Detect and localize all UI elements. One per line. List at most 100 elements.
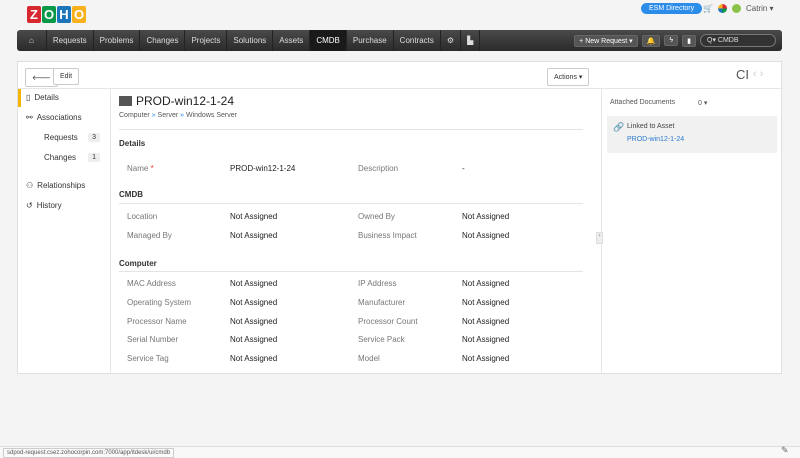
description-label: Description — [358, 164, 399, 173]
field-label: MAC Address — [127, 279, 176, 288]
changes-count: 1 — [88, 153, 100, 162]
breadcrumb: Computer » Server » Windows Server — [119, 112, 237, 119]
windows-server-icon — [119, 96, 132, 106]
field-value: Not Assigned — [230, 279, 278, 288]
attached-count: 0 — [698, 100, 702, 107]
field-value: Not Assigned — [230, 317, 278, 326]
ci-details: PROD-win12-1-24 Computer » Server » Wind… — [111, 89, 603, 374]
avatar[interactable] — [731, 4, 741, 13]
field-label: Model — [358, 354, 380, 363]
apps-icon[interactable] — [717, 4, 727, 13]
trash-icon[interactable]: ▮ — [682, 34, 696, 47]
field-label: Service Tag — [127, 354, 169, 363]
field-value: Not Assigned — [462, 231, 510, 240]
search-value: CMDB — [717, 37, 739, 44]
name-value: PROD-win12-1-24 — [230, 164, 296, 173]
gear-icon[interactable]: ⚙ — [441, 30, 462, 51]
field-label: IP Address — [358, 279, 397, 288]
actions-label: Actions — [554, 74, 577, 81]
field-label: Manufacturer — [358, 298, 406, 307]
status-url: sdpod-request.csez.zohocorpin.com:7000/a… — [3, 448, 175, 458]
section-details-heading: Details — [119, 139, 146, 148]
cart-icon[interactable]: 🛒 — [703, 4, 713, 13]
relationships-label: Relationships — [37, 181, 86, 190]
esm-directory-button[interactable]: ESM Directory — [641, 3, 703, 14]
sidebar-item-associations[interactable]: ⚯ Associations — [26, 113, 82, 122]
nav-contracts[interactable]: Contracts — [394, 30, 441, 51]
feedback-icon[interactable]: ✎ — [781, 445, 789, 456]
search-input[interactable]: Q▾ CMDB — [700, 34, 776, 47]
field-label: Operating System — [127, 298, 192, 307]
ci-panel: 🡐 Edit Actions ▾ CI ‹ › ▯ Details ⚯ Associ… — [17, 61, 783, 374]
section-cmdb-heading: CMDB — [119, 190, 143, 199]
attached-documents-label: Attached Documents — [610, 99, 675, 106]
link-icon: 🔗 — [613, 122, 625, 132]
new-request-label: + New Request — [579, 37, 628, 45]
field-value: Not Assigned — [462, 298, 510, 307]
requests-label: Requests — [44, 133, 78, 142]
edit-button[interactable]: Edit — [53, 68, 80, 85]
breadcrumb-item[interactable]: Server — [158, 112, 179, 119]
nav-assets[interactable]: Assets — [273, 30, 311, 51]
main-nav: ⌂ Requests Problems Changes Projects Sol… — [17, 30, 782, 51]
nav-changes[interactable]: Changes — [140, 30, 186, 51]
field-label: Processor Name — [127, 317, 187, 326]
associations-label: Associations — [36, 113, 82, 122]
document-icon: ▯ — [26, 93, 31, 102]
lightning-icon[interactable]: ϟ — [664, 35, 679, 46]
description-value: - — [462, 164, 465, 173]
field-label: Business Impact — [358, 231, 417, 240]
nav-problems[interactable]: Problems — [94, 30, 141, 51]
field-label: Owned By — [358, 212, 395, 221]
field-label: Serial Number — [127, 335, 179, 344]
field-value: Not Assigned — [462, 317, 510, 326]
field-label: Managed By — [127, 231, 172, 240]
nav-purchase[interactable]: Purchase — [347, 30, 394, 51]
prev-next-arrows[interactable]: ‹ › — [753, 68, 763, 80]
reports-icon[interactable]: ▙ — [461, 30, 481, 51]
nav-cmdb[interactable]: CMDB — [310, 30, 347, 51]
linked-asset-link[interactable]: PROD-win12-1-24 — [627, 136, 684, 143]
nav-projects[interactable]: Projects — [185, 30, 228, 51]
linked-to-asset-label: Linked to Asset — [627, 123, 675, 130]
home-icon[interactable]: ⌂ — [17, 30, 47, 51]
field-value: Not Assigned — [462, 279, 510, 288]
ci-title: PROD-win12-1-24 — [136, 94, 235, 108]
sidebar-item-relationships[interactable]: ⚇ Relationships — [26, 181, 85, 190]
sidebar-item-requests[interactable]: Requests 3 — [44, 133, 100, 142]
field-value: Not Assigned — [462, 212, 510, 221]
actions-button[interactable]: Actions ▾ — [547, 68, 590, 86]
associations-icon: ⚯ — [26, 113, 33, 122]
new-request-button[interactable]: + New Request ▾ — [574, 34, 638, 47]
field-value: Not Assigned — [230, 212, 278, 221]
field-label: Processor Count — [358, 317, 418, 326]
history-icon: ↺ — [26, 201, 33, 210]
field-value: Not Assigned — [230, 354, 278, 363]
field-value: Not Assigned — [462, 335, 510, 344]
ci-label: CI — [736, 67, 749, 82]
field-value: Not Assigned — [230, 335, 278, 344]
nav-solutions[interactable]: Solutions — [227, 30, 274, 51]
breadcrumb-item[interactable]: Computer — [119, 112, 150, 119]
field-label: Service Pack — [358, 335, 405, 344]
name-label: Name * — [127, 164, 154, 173]
relationships-icon: ⚇ — [26, 181, 34, 190]
sidebar-item-changes[interactable]: Changes 1 — [44, 153, 100, 162]
attached-documents-dropdown[interactable]: 0 ▾ — [698, 99, 707, 107]
sidebar-item-details[interactable]: ▯ Details — [26, 93, 59, 102]
section-computer-heading: Computer — [119, 259, 157, 268]
requests-count: 3 — [88, 133, 100, 142]
field-label: Location — [127, 212, 158, 221]
user-menu[interactable]: Catrin ▾ — [746, 4, 774, 13]
field-value: Not Assigned — [230, 298, 278, 307]
sidebar: ▯ Details ⚯ Associations Requests 3 Changes… — [18, 89, 111, 374]
nav-requests[interactable]: Requests — [47, 30, 94, 51]
field-value: Not Assigned — [462, 354, 510, 363]
name-label-text: Name — [127, 164, 149, 173]
breadcrumb-item: Windows Server — [185, 112, 237, 119]
user-name: Catrin — [745, 4, 768, 13]
sidebar-item-history[interactable]: ↺ History — [26, 201, 62, 210]
history-label: History — [36, 201, 62, 210]
zoho-logo[interactable]: ZOHO — [27, 6, 86, 23]
bell-icon[interactable]: 🔔 — [641, 34, 661, 47]
